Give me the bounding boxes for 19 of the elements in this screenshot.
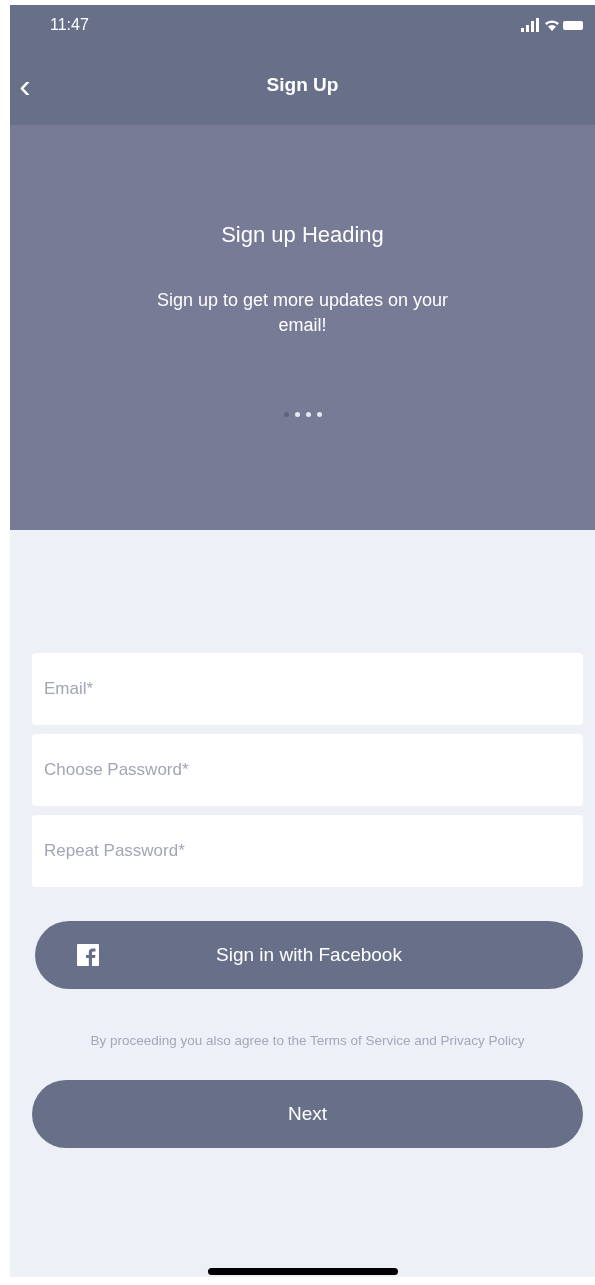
page-dot[interactable] xyxy=(283,412,289,417)
page-dot[interactable] xyxy=(305,412,311,417)
battery-icon xyxy=(563,21,583,30)
terms-text: By proceeding you also agree to the Terms of Service and Privacy Policy xyxy=(89,1032,526,1050)
signal-icon xyxy=(521,18,539,32)
hero-heading: Sign up Heading xyxy=(221,222,384,248)
page-dot[interactable] xyxy=(316,412,322,417)
input-field[interactable]: Email* xyxy=(32,653,583,725)
input-field[interactable]: Choose Password* xyxy=(32,734,583,806)
hero-subtitle: Sign up to get more updates on your email! xyxy=(155,289,450,337)
next-button[interactable]: Next xyxy=(32,1080,583,1148)
facebook-button[interactable]: Sign in with Facebook xyxy=(35,921,583,989)
page-dot[interactable] xyxy=(294,412,300,417)
status-time: 11:47 xyxy=(50,16,89,34)
wifi-icon xyxy=(545,20,559,31)
input-field[interactable]: Repeat Password* xyxy=(32,815,583,887)
back-button[interactable]: ‹ xyxy=(19,68,31,102)
facebook-icon xyxy=(77,944,99,966)
screen-title: Sign Up xyxy=(266,74,339,96)
